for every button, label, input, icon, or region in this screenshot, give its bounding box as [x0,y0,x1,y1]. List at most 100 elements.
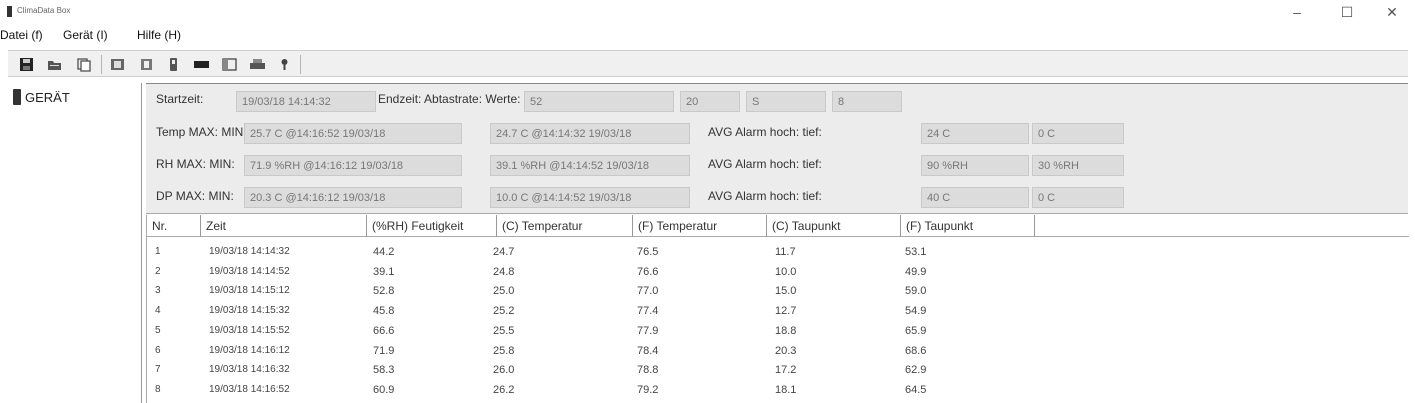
cell-feuchtigkeit: 52.8 [373,285,395,298]
cell-taupunkt-f: 62.9 [905,364,927,377]
temp-alarm-high-field: 24 C [921,123,1029,144]
cell-feuchtigkeit: 39.1 [373,265,395,278]
cell-temp-c: 25.2 [493,305,515,318]
rh-alarm-high-field: 90 %RH [921,155,1029,176]
cell-taupunkt-f: 65.9 [905,324,927,337]
battery-icon[interactable] [193,57,210,72]
cell-nr: 5 [155,324,161,336]
table-row[interactable]: 1 19/03/18 14:14:32 44.2 24.7 76.5 11.7 53.1 [147,246,1409,258]
cell-nr: 2 [155,265,161,277]
export-icon[interactable] [109,57,126,72]
cell-temp-c: 25.0 [493,285,515,298]
cell-temp-c: 24.8 [493,265,515,278]
dp-alarm-low-field: 0 C [1032,187,1124,208]
window-icon[interactable] [221,57,238,72]
cell-zeit: 19/03/18 14:14:52 [209,265,290,277]
cell-feuchtigkeit: 58.3 [373,364,395,377]
cell-feuchtigkeit: 71.9 [373,344,395,357]
app-icon [7,6,12,17]
cell-temp-f: 76.6 [637,265,659,278]
cell-taupunkt-c: 15.0 [775,285,797,298]
menu-hilfe[interactable]: Hilfe (H) [137,28,181,42]
menu-bar: Datei (f) Gerät (I) Hilfe (H) [0,24,1415,46]
cell-taupunkt-f: 59.0 [905,285,927,298]
cell-nr: 3 [155,285,161,297]
col-header-nr[interactable]: Nr. [147,215,201,237]
menu-geraet[interactable]: Gerät (I) [63,28,108,42]
title-bar: ClimaData Box – ☐ ✕ [0,0,1415,22]
col-header-temp-f[interactable]: (F) Temperatur [633,215,767,237]
table-row[interactable]: 2 19/03/18 14:14:52 39.1 24.8 76.6 10.0 49.9 [147,266,1409,278]
endzeit-label: Endzeit: Abtastrate: Werte: [378,92,521,106]
cell-taupunkt-f: 64.5 [905,383,927,396]
table-header: Nr. Zeit (%RH) Feutigkeit (C) Temperatur… [147,215,1409,237]
cell-temp-f: 76.5 [637,246,659,258]
table-row[interactable]: 7 19/03/18 14:16:32 58.3 26.0 78.8 17.2 62.9 [147,364,1409,376]
dp-label: DP MAX: MIN: [156,189,234,203]
table-row[interactable]: 5 19/03/18 14:15:52 66.6 25.5 77.9 18.8 65.9 [147,325,1409,337]
temp-max-field: 25.7 C @14:16:52 19/03/18 [244,123,462,144]
maximize-button[interactable]: ☐ [1336,4,1358,20]
tree-item-geraet[interactable]: GERÄT [25,90,70,105]
cell-zeit: 19/03/18 14:15:12 [209,285,290,297]
cell-nr: 8 [155,383,161,395]
cell-taupunkt-c: 11.7 [775,246,796,258]
minimize-button[interactable]: – [1286,4,1308,20]
rh-alarm-label: AVG Alarm hoch: tief: [708,157,822,171]
save-icon[interactable] [18,57,35,72]
cell-taupunkt-c: 10.0 [775,265,797,278]
logger-icon[interactable] [165,57,182,72]
rh-alarm-low-field: 30 %RH [1032,155,1124,176]
cell-zeit: 19/03/18 14:15:52 [209,324,290,336]
toolbar [8,50,1408,77]
temp-label: Temp MAX: MIN: [156,125,247,139]
cell-feuchtigkeit: 45.8 [373,305,395,318]
cell-temp-f: 77.9 [637,324,659,337]
dp-alarm-label: AVG Alarm hoch: tief: [708,189,822,203]
cell-feuchtigkeit: 44.2 [373,246,395,258]
cell-taupunkt-f: 53.1 [905,246,927,258]
cell-zeit: 19/03/18 14:16:12 [209,344,290,356]
rh-label: RH MAX: MIN: [156,157,235,171]
table-row[interactable]: 4 19/03/18 14:15:32 45.8 25.2 77.4 12.7 54.9 [147,305,1409,317]
print-icon[interactable] [249,57,266,72]
col-header-taupunkt-f[interactable]: (F) Taupunkt [901,215,1035,237]
import-icon[interactable] [138,57,155,72]
dp-alarm-high-field: 40 C [921,187,1029,208]
cell-taupunkt-c: 17.2 [775,364,797,377]
cell-zeit: 19/03/18 14:16:52 [209,383,290,395]
col-header-zeit[interactable]: Zeit [201,215,367,237]
werte-field: 8 [832,91,902,112]
cell-feuchtigkeit: 66.6 [373,324,395,337]
cell-taupunkt-f: 54.9 [905,305,927,318]
temp-min-field: 24.7 C @14:14:32 19/03/18 [490,123,690,144]
cell-temp-c: 26.2 [493,383,515,396]
table-row[interactable]: 8 19/03/18 14:16:52 60.9 26.2 79.2 18.1 64.5 [147,384,1409,396]
col-header-taupunkt-c[interactable]: (C) Taupunkt [767,215,901,237]
data-table: Nr. Zeit (%RH) Feutigkeit (C) Temperatur… [146,215,1409,403]
cell-taupunkt-c: 18.1 [775,383,797,396]
device-tree: GERÄT [8,83,142,403]
table-row[interactable]: 3 19/03/18 14:15:12 52.8 25.0 77.0 15.0 59.0 [147,285,1409,297]
copy-icon[interactable] [75,57,92,72]
dp-min-field: 10.0 C @14:14:52 19/03/18 [490,187,690,208]
temp-alarm-label: AVG Alarm hoch: tief: [708,125,822,139]
info-icon[interactable] [276,57,293,72]
menu-datei[interactable]: Datei (f) [0,28,43,42]
col-header-temp-c[interactable]: (C) Temperatur [497,215,633,237]
cell-zeit: 19/03/18 14:14:32 [209,246,290,257]
cell-temp-c: 24.7 [493,246,515,258]
cell-temp-c: 25.5 [493,324,515,337]
cell-feuchtigkeit: 60.9 [373,383,395,396]
cell-taupunkt-c: 18.8 [775,324,797,337]
close-button[interactable]: ✕ [1381,4,1403,20]
dp-max-field: 20.3 C @14:16:12 19/03/18 [244,187,462,208]
col-header-feuchtigkeit[interactable]: (%RH) Feutigkeit [367,215,497,237]
cell-nr: 1 [155,246,161,257]
open-icon[interactable] [46,57,63,72]
device-icon [13,89,21,105]
cell-taupunkt-c: 12.7 [775,305,797,318]
startzeit-label: Startzeit: [156,92,204,106]
cell-nr: 4 [155,305,161,317]
table-row[interactable]: 6 19/03/18 14:16:12 71.9 25.8 78.4 20.3 68.6 [147,345,1409,357]
